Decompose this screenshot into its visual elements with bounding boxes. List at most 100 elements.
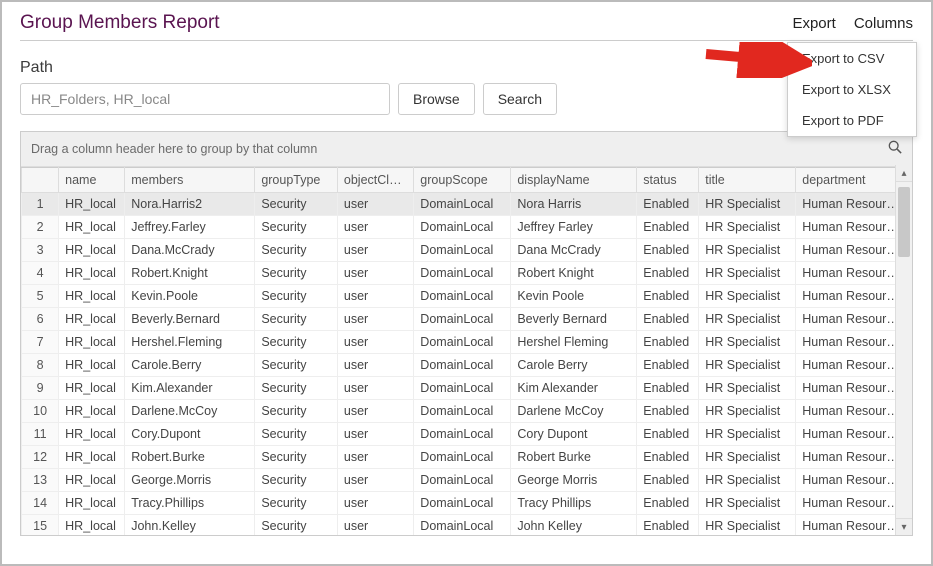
cell[interactable]: Security (255, 262, 338, 285)
cell[interactable]: HR Specialist (699, 193, 796, 216)
cell[interactable]: Kim Alexander (511, 377, 637, 400)
export-csv-item[interactable]: Export to CSV (788, 43, 916, 74)
cell[interactable]: DomainLocal (414, 262, 511, 285)
cell[interactable]: user (337, 285, 413, 308)
table-row[interactable]: 14HR_localTracy.PhillipsSecurityuserDoma… (22, 492, 912, 515)
cell[interactable]: HR_local (59, 423, 125, 446)
cell[interactable]: Enabled (637, 262, 699, 285)
cell[interactable]: HR_local (59, 331, 125, 354)
table-row[interactable]: 13HR_localGeorge.MorrisSecurityuserDomai… (22, 469, 912, 492)
cell[interactable]: John.Kelley (125, 515, 255, 537)
cell[interactable]: Jeffrey Farley (511, 216, 637, 239)
cell[interactable]: Cory Dupont (511, 423, 637, 446)
col-title[interactable]: title (699, 168, 796, 193)
cell[interactable]: Robert.Burke (125, 446, 255, 469)
cell[interactable]: HR_local (59, 515, 125, 537)
table-row[interactable]: 4HR_localRobert.KnightSecurityuserDomain… (22, 262, 912, 285)
cell[interactable]: HR Specialist (699, 469, 796, 492)
cell[interactable]: Enabled (637, 492, 699, 515)
rownum-cell[interactable]: 5 (22, 285, 59, 308)
cell[interactable]: Enabled (637, 515, 699, 537)
export-xlsx-item[interactable]: Export to XLSX (788, 74, 916, 105)
cell[interactable]: Enabled (637, 193, 699, 216)
cell[interactable]: HR_local (59, 446, 125, 469)
cell[interactable]: Enabled (637, 331, 699, 354)
cell[interactable]: user (337, 400, 413, 423)
rownum-cell[interactable]: 2 (22, 216, 59, 239)
cell[interactable]: Enabled (637, 285, 699, 308)
grid-search-icon[interactable] (888, 140, 902, 158)
cell[interactable]: HR Specialist (699, 515, 796, 537)
cell[interactable]: Enabled (637, 469, 699, 492)
table-row[interactable]: 15HR_localJohn.KelleySecurityuserDomainL… (22, 515, 912, 537)
cell[interactable]: HR Specialist (699, 239, 796, 262)
cell[interactable]: HR_local (59, 492, 125, 515)
cell[interactable]: George.Morris (125, 469, 255, 492)
cell[interactable]: user (337, 492, 413, 515)
table-row[interactable]: 8HR_localCarole.BerrySecurityuserDomainL… (22, 354, 912, 377)
cell[interactable]: Tracy Phillips (511, 492, 637, 515)
rownum-cell[interactable]: 10 (22, 400, 59, 423)
rownum-cell[interactable]: 4 (22, 262, 59, 285)
cell[interactable]: user (337, 262, 413, 285)
cell[interactable]: DomainLocal (414, 515, 511, 537)
cell[interactable]: Carole.Berry (125, 354, 255, 377)
vertical-scrollbar[interactable]: ▴ ▾ (895, 165, 912, 535)
table-row[interactable]: 10HR_localDarlene.McCoySecurityuserDomai… (22, 400, 912, 423)
cell[interactable]: user (337, 446, 413, 469)
rownum-cell[interactable]: 12 (22, 446, 59, 469)
cell[interactable]: HR Specialist (699, 262, 796, 285)
rownum-cell[interactable]: 8 (22, 354, 59, 377)
cell[interactable]: DomainLocal (414, 354, 511, 377)
cell[interactable]: Nora Harris (511, 193, 637, 216)
cell[interactable]: user (337, 308, 413, 331)
cell[interactable]: HR_local (59, 285, 125, 308)
cell[interactable]: HR_local (59, 354, 125, 377)
cell[interactable]: Security (255, 193, 338, 216)
cell[interactable]: HR Specialist (699, 216, 796, 239)
rownum-cell[interactable]: 3 (22, 239, 59, 262)
cell[interactable]: Enabled (637, 423, 699, 446)
cell[interactable]: Security (255, 216, 338, 239)
table-row[interactable]: 1HR_localNora.Harris2SecurityuserDomainL… (22, 193, 912, 216)
cell[interactable]: Tracy.Phillips (125, 492, 255, 515)
cell[interactable]: user (337, 216, 413, 239)
rownum-cell[interactable]: 15 (22, 515, 59, 537)
table-row[interactable]: 6HR_localBeverly.BernardSecurityuserDoma… (22, 308, 912, 331)
cell[interactable]: Security (255, 492, 338, 515)
cell[interactable]: user (337, 239, 413, 262)
search-button[interactable]: Search (483, 83, 557, 115)
scroll-thumb[interactable] (898, 187, 910, 257)
cell[interactable]: Security (255, 308, 338, 331)
cell[interactable]: DomainLocal (414, 308, 511, 331)
col-members[interactable]: members (125, 168, 255, 193)
cell[interactable]: DomainLocal (414, 400, 511, 423)
table-row[interactable]: 7HR_localHershel.FlemingSecurityuserDoma… (22, 331, 912, 354)
cell[interactable]: Robert Knight (511, 262, 637, 285)
scroll-up-icon[interactable]: ▴ (896, 165, 912, 182)
rownum-cell[interactable]: 7 (22, 331, 59, 354)
col-name[interactable]: name (59, 168, 125, 193)
table-row[interactable]: 3HR_localDana.McCradySecurityuserDomainL… (22, 239, 912, 262)
cell[interactable]: Security (255, 285, 338, 308)
cell[interactable]: HR Specialist (699, 377, 796, 400)
rownum-cell[interactable]: 6 (22, 308, 59, 331)
cell[interactable]: DomainLocal (414, 216, 511, 239)
cell[interactable]: DomainLocal (414, 446, 511, 469)
cell[interactable]: HR_local (59, 239, 125, 262)
cell[interactable]: HR_local (59, 469, 125, 492)
cell[interactable]: DomainLocal (414, 331, 511, 354)
cell[interactable]: DomainLocal (414, 285, 511, 308)
cell[interactable]: Security (255, 515, 338, 537)
cell[interactable]: HR_local (59, 400, 125, 423)
rownum-cell[interactable]: 13 (22, 469, 59, 492)
cell[interactable]: Kim.Alexander (125, 377, 255, 400)
cell[interactable]: Enabled (637, 308, 699, 331)
cell[interactable]: Enabled (637, 446, 699, 469)
col-groupScope[interactable]: groupScope (414, 168, 511, 193)
table-row[interactable]: 12HR_localRobert.BurkeSecurityuserDomain… (22, 446, 912, 469)
cell[interactable]: HR_local (59, 308, 125, 331)
cell[interactable]: Robert.Knight (125, 262, 255, 285)
table-row[interactable]: 9HR_localKim.AlexanderSecurityuserDomain… (22, 377, 912, 400)
cell[interactable]: DomainLocal (414, 423, 511, 446)
